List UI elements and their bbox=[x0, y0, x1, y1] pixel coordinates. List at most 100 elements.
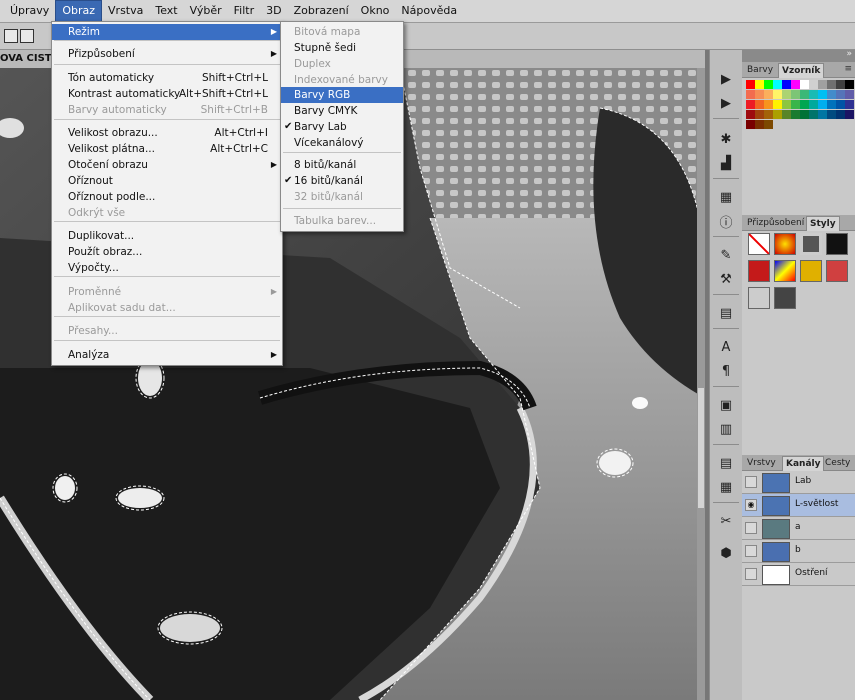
color-swatch[interactable] bbox=[809, 110, 818, 119]
color-swatch[interactable] bbox=[746, 80, 755, 89]
tab-kanaly[interactable]: Kanály bbox=[782, 456, 825, 471]
measurement-icon[interactable]: ▥ bbox=[716, 420, 736, 438]
color-swatch[interactable] bbox=[764, 90, 773, 99]
tab-vzornik[interactable]: Vzorník bbox=[778, 63, 825, 78]
play-icon[interactable]: ▶ bbox=[716, 70, 736, 88]
timeline-icon[interactable]: ▣ bbox=[716, 396, 736, 414]
new-selection-icon[interactable] bbox=[4, 29, 18, 43]
menu-zobrazeni[interactable]: Zobrazení bbox=[288, 1, 355, 21]
color-swatch[interactable] bbox=[809, 80, 818, 89]
style-red[interactable] bbox=[748, 260, 770, 282]
color-swatch[interactable] bbox=[836, 100, 845, 109]
image-menu-item[interactable]: Velikost plátna... Alt+Ctrl+C bbox=[52, 141, 282, 157]
layer-comps-icon[interactable]: ▤ bbox=[716, 304, 736, 322]
mode-menu-item[interactable]: Barvy CMYK bbox=[281, 103, 403, 119]
color-swatch[interactable] bbox=[773, 100, 782, 109]
image-menu-item[interactable]: Výpočty... bbox=[52, 260, 282, 276]
visibility-eye-icon[interactable] bbox=[745, 476, 757, 488]
color-swatch[interactable] bbox=[755, 90, 764, 99]
color-swatch[interactable] bbox=[755, 100, 764, 109]
image-menu-item[interactable]: Kontrast automaticky Alt+Shift+Ctrl+L bbox=[52, 86, 282, 102]
tab-styly[interactable]: Styly bbox=[806, 216, 840, 231]
color-swatch[interactable] bbox=[836, 110, 845, 119]
image-menu-item[interactable]: Oříznout podle... bbox=[52, 189, 282, 205]
color-swatch[interactable] bbox=[746, 90, 755, 99]
paragraph-icon[interactable]: ¶ bbox=[716, 362, 736, 380]
color-swatch[interactable] bbox=[782, 80, 791, 89]
menu-okno[interactable]: Okno bbox=[355, 1, 396, 21]
menu-napoveda[interactable]: Nápověda bbox=[395, 1, 463, 21]
color-swatch[interactable] bbox=[773, 90, 782, 99]
mode-menu-item[interactable]: Barvy RGB bbox=[281, 87, 403, 103]
tab-cesty[interactable]: Cesty bbox=[822, 456, 853, 470]
color-swatch[interactable] bbox=[755, 80, 764, 89]
info-icon[interactable]: ⓘ bbox=[716, 212, 736, 231]
style-none[interactable] bbox=[748, 233, 770, 255]
visibility-eye-icon[interactable]: ◉ bbox=[745, 499, 757, 511]
tool-presets-icon[interactable]: ⚒ bbox=[716, 270, 736, 288]
color-swatch[interactable] bbox=[791, 100, 800, 109]
menu-vyber[interactable]: Výběr bbox=[184, 1, 228, 21]
mode-menu-item[interactable]: Stupně šedi bbox=[281, 40, 403, 56]
image-menu-item[interactable]: Tón automaticky Shift+Ctrl+L bbox=[52, 70, 282, 86]
image-menu-item[interactable]: Oříznout bbox=[52, 173, 282, 189]
style-charcoal[interactable] bbox=[774, 287, 796, 309]
style-dark[interactable] bbox=[826, 233, 848, 255]
color-swatch[interactable] bbox=[782, 90, 791, 99]
color-swatch[interactable] bbox=[827, 100, 836, 109]
color-swatch[interactable] bbox=[764, 80, 773, 89]
image-menu-item[interactable]: Otočení obrazu ▶ bbox=[52, 157, 282, 173]
image-menu-item[interactable]: Režim ▶ bbox=[52, 24, 282, 40]
channel-row[interactable]: b bbox=[742, 540, 855, 563]
panel-collapse-bar[interactable]: » bbox=[742, 49, 855, 62]
menu-3d[interactable]: 3D bbox=[260, 1, 287, 21]
color-swatch[interactable] bbox=[818, 80, 827, 89]
color-swatch[interactable] bbox=[818, 90, 827, 99]
tab-barvy[interactable]: Barvy bbox=[744, 63, 776, 77]
image-menu-item[interactable]: Použít obraz... bbox=[52, 244, 282, 260]
collapse-icon[interactable]: » bbox=[846, 49, 852, 59]
menu-vrstva[interactable]: Vrstva bbox=[102, 1, 149, 21]
histogram-icon[interactable]: ▟ bbox=[716, 154, 736, 172]
menu-obraz[interactable]: Obraz bbox=[55, 0, 103, 22]
color-swatch[interactable] bbox=[827, 80, 836, 89]
style-bevel[interactable] bbox=[800, 233, 822, 255]
panel-menu-icon[interactable]: ≡ bbox=[844, 64, 852, 74]
scrollbar-thumb[interactable] bbox=[698, 388, 704, 508]
color-swatch[interactable] bbox=[782, 110, 791, 119]
3d-icon[interactable]: ⬢ bbox=[716, 544, 736, 562]
color-swatch[interactable] bbox=[800, 100, 809, 109]
menu-upravy[interactable]: Úpravy bbox=[4, 1, 55, 21]
brush-preset-icon[interactable]: ✱ bbox=[716, 130, 736, 148]
color-swatch[interactable] bbox=[755, 120, 764, 129]
color-swatch[interactable] bbox=[800, 90, 809, 99]
color-swatch[interactable] bbox=[791, 90, 800, 99]
color-swatch[interactable] bbox=[818, 100, 827, 109]
color-swatch[interactable] bbox=[827, 110, 836, 119]
notes-icon[interactable]: ▤ bbox=[716, 454, 736, 472]
color-swatch[interactable] bbox=[836, 90, 845, 99]
color-swatch[interactable] bbox=[809, 90, 818, 99]
navigator-icon[interactable]: ▦ bbox=[716, 188, 736, 206]
color-swatch[interactable] bbox=[755, 110, 764, 119]
style-light[interactable] bbox=[748, 287, 770, 309]
channel-row[interactable]: ◉ L-světlost bbox=[742, 494, 855, 517]
canvas-scrollbar[interactable] bbox=[697, 68, 705, 700]
tab-prizpusobeni[interactable]: Přizpůsobení bbox=[744, 216, 807, 230]
image-menu-item[interactable]: Duplikovat... bbox=[52, 228, 282, 244]
color-swatch[interactable] bbox=[773, 80, 782, 89]
channel-row[interactable]: Lab bbox=[742, 471, 855, 494]
mode-menu-item[interactable]: Vícekanálový bbox=[281, 135, 403, 151]
menu-text[interactable]: Text bbox=[149, 1, 183, 21]
visibility-eye-icon[interactable] bbox=[745, 522, 757, 534]
color-swatch[interactable] bbox=[764, 100, 773, 109]
color-swatch[interactable] bbox=[791, 110, 800, 119]
image-menu-item[interactable]: Přizpůsobení ▶ bbox=[52, 46, 282, 62]
color-swatch[interactable] bbox=[800, 80, 809, 89]
visibility-eye-icon[interactable] bbox=[745, 568, 757, 580]
visibility-eye-icon[interactable] bbox=[745, 545, 757, 557]
tools-icon[interactable]: ✂ bbox=[716, 512, 736, 530]
color-swatch[interactable] bbox=[845, 80, 854, 89]
color-swatch[interactable] bbox=[764, 120, 773, 129]
tab-vrstvy[interactable]: Vrstvy bbox=[744, 456, 779, 470]
